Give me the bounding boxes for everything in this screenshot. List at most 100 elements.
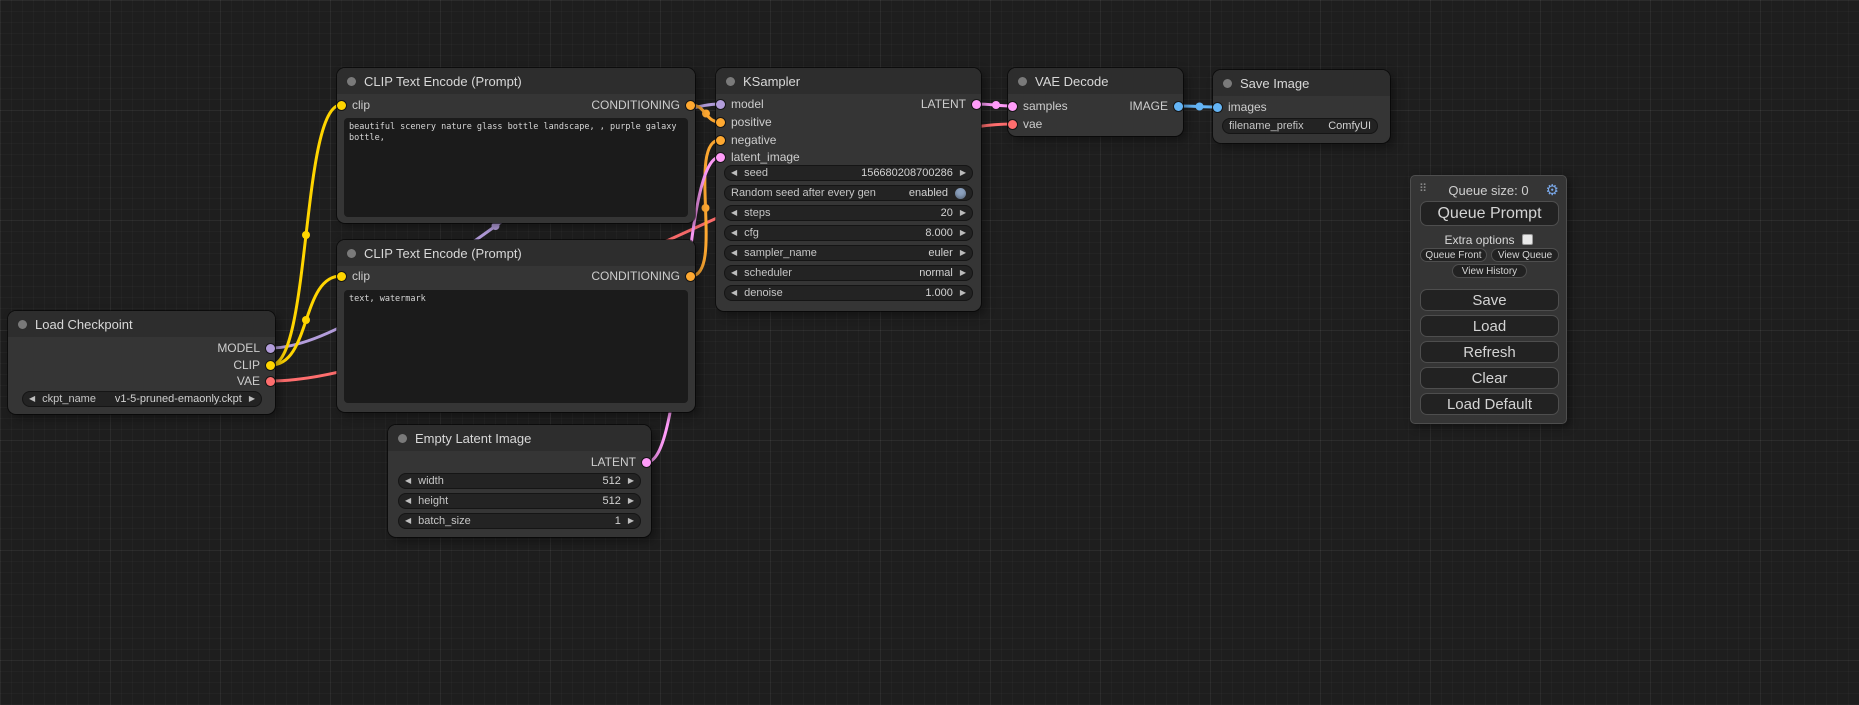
- node-title-bar[interactable]: CLIP Text Encode (Prompt): [337, 68, 695, 94]
- increment-arrow-icon[interactable]: ▶: [960, 249, 966, 257]
- widget-label: height: [418, 495, 448, 507]
- decrement-arrow-icon[interactable]: ◀: [405, 497, 411, 505]
- view-queue-button[interactable]: View Queue: [1491, 248, 1559, 262]
- node-collapse-dot[interactable]: [347, 77, 356, 86]
- load-button[interactable]: Load: [1420, 315, 1559, 337]
- node-title: Load Checkpoint: [35, 317, 133, 332]
- increment-arrow-icon[interactable]: ▶: [960, 169, 966, 177]
- input-dot-images[interactable]: [1213, 103, 1222, 112]
- decrement-arrow-icon[interactable]: ◀: [405, 477, 411, 485]
- decrement-arrow-icon[interactable]: ◀: [731, 249, 737, 257]
- increment-arrow-icon[interactable]: ▶: [960, 209, 966, 217]
- node-load-checkpoint[interactable]: Load Checkpoint MODEL CLIP VAE ◀ ckpt_na…: [8, 311, 275, 414]
- input-slot-clip: clip: [337, 97, 370, 113]
- input-dot-clip[interactable]: [337, 101, 346, 110]
- increment-arrow-icon[interactable]: ▶: [960, 289, 966, 297]
- slot-label: samples: [1023, 99, 1068, 113]
- output-dot-image[interactable]: [1174, 102, 1183, 111]
- widget-sampler-name[interactable]: ◀ sampler_name euler ▶: [724, 245, 973, 261]
- input-dot-samples[interactable]: [1008, 102, 1017, 111]
- node-title-bar[interactable]: VAE Decode: [1008, 68, 1183, 94]
- widget-random-seed-toggle[interactable]: Random seed after every gen enabled: [724, 185, 973, 201]
- output-dot-model[interactable]: [266, 344, 275, 353]
- positive-prompt-textarea[interactable]: beautiful scenery nature glass bottle la…: [344, 118, 688, 217]
- widget-height[interactable]: ◀ height 512 ▶: [398, 493, 641, 509]
- output-dot-clip[interactable]: [266, 361, 275, 370]
- increment-arrow-icon[interactable]: ▶: [628, 477, 634, 485]
- load-default-button[interactable]: Load Default: [1420, 393, 1559, 415]
- node-clip-text-encode-negative[interactable]: CLIP Text Encode (Prompt) clip CONDITION…: [337, 240, 695, 412]
- widget-value: 156680208700286: [861, 167, 953, 179]
- queue-front-button[interactable]: Queue Front: [1420, 248, 1487, 262]
- widget-scheduler[interactable]: ◀ scheduler normal ▶: [724, 265, 973, 281]
- slot-label: vae: [1023, 117, 1042, 131]
- widget-steps[interactable]: ◀ steps 20 ▶: [724, 205, 973, 221]
- widget-cfg[interactable]: ◀ cfg 8.000 ▶: [724, 225, 973, 241]
- slot-label: images: [1228, 100, 1267, 114]
- negative-prompt-textarea[interactable]: text, watermark: [344, 290, 688, 403]
- node-title-bar[interactable]: Save Image: [1213, 70, 1390, 96]
- input-slot-images: images: [1213, 99, 1267, 115]
- input-dot-model[interactable]: [716, 100, 725, 109]
- node-collapse-dot[interactable]: [1018, 77, 1027, 86]
- node-collapse-dot[interactable]: [398, 434, 407, 443]
- input-dot-positive[interactable]: [716, 118, 725, 127]
- increment-arrow-icon[interactable]: ▶: [628, 517, 634, 525]
- input-dot-negative[interactable]: [716, 136, 725, 145]
- widget-batch-size[interactable]: ◀ batch_size 1 ▶: [398, 513, 641, 529]
- toggle-indicator-icon[interactable]: [955, 188, 966, 199]
- node-collapse-dot[interactable]: [726, 77, 735, 86]
- save-button[interactable]: Save: [1420, 289, 1559, 311]
- output-slot-image: IMAGE: [1129, 98, 1183, 114]
- drag-handle-icon[interactable]: ⠿: [1419, 182, 1427, 195]
- node-title-bar[interactable]: Load Checkpoint: [8, 311, 275, 337]
- node-ksampler[interactable]: KSampler model positive negative latent_…: [716, 68, 981, 311]
- extra-options-checkbox[interactable]: [1522, 234, 1533, 245]
- node-collapse-dot[interactable]: [347, 249, 356, 258]
- widget-denoise[interactable]: ◀ denoise 1.000 ▶: [724, 285, 973, 301]
- queue-prompt-button[interactable]: Queue Prompt: [1420, 201, 1559, 226]
- widget-label: width: [418, 475, 444, 487]
- node-title-bar[interactable]: KSampler: [716, 68, 981, 94]
- widget-label: batch_size: [418, 515, 471, 527]
- node-clip-text-encode-positive[interactable]: CLIP Text Encode (Prompt) clip CONDITION…: [337, 68, 695, 223]
- decrement-arrow-icon[interactable]: ◀: [731, 289, 737, 297]
- output-dot-vae[interactable]: [266, 377, 275, 386]
- widget-width[interactable]: ◀ width 512 ▶: [398, 473, 641, 489]
- output-dot-latent[interactable]: [972, 100, 981, 109]
- node-title-bar[interactable]: CLIP Text Encode (Prompt): [337, 240, 695, 266]
- output-slot-conditioning: CONDITIONING: [591, 97, 695, 113]
- widget-filename-prefix[interactable]: filename_prefix ComfyUI: [1222, 118, 1378, 134]
- decrement-arrow-icon[interactable]: ◀: [29, 395, 35, 403]
- widget-seed[interactable]: ◀ seed 156680208700286 ▶: [724, 165, 973, 181]
- increment-arrow-icon[interactable]: ▶: [960, 269, 966, 277]
- decrement-arrow-icon[interactable]: ◀: [731, 229, 737, 237]
- decrement-arrow-icon[interactable]: ◀: [731, 169, 737, 177]
- refresh-button[interactable]: Refresh: [1420, 341, 1559, 363]
- input-dot-vae[interactable]: [1008, 120, 1017, 129]
- output-dot-latent[interactable]: [642, 458, 651, 467]
- view-history-button[interactable]: View History: [1452, 264, 1527, 278]
- input-dot-clip[interactable]: [337, 272, 346, 281]
- decrement-arrow-icon[interactable]: ◀: [731, 269, 737, 277]
- settings-gear-icon[interactable]: ⚙: [1546, 181, 1559, 199]
- decrement-arrow-icon[interactable]: ◀: [731, 209, 737, 217]
- increment-arrow-icon[interactable]: ▶: [628, 497, 634, 505]
- output-dot-conditioning[interactable]: [686, 272, 695, 281]
- widget-ckpt-name[interactable]: ◀ ckpt_name v1-5-pruned-emaonly.ckpt ▶: [22, 391, 262, 407]
- node-title: VAE Decode: [1035, 74, 1108, 89]
- queue-menu-header: ⠿ Queue size: 0 ⚙: [1411, 182, 1566, 198]
- clear-button[interactable]: Clear: [1420, 367, 1559, 389]
- node-save-image[interactable]: Save Image images filename_prefix ComfyU…: [1213, 70, 1390, 143]
- node-vae-decode[interactable]: VAE Decode samples vae IMAGE: [1008, 68, 1183, 136]
- node-collapse-dot[interactable]: [1223, 79, 1232, 88]
- increment-arrow-icon[interactable]: ▶: [960, 229, 966, 237]
- widget-value: 512: [602, 475, 620, 487]
- node-collapse-dot[interactable]: [18, 320, 27, 329]
- output-dot-conditioning[interactable]: [686, 101, 695, 110]
- input-dot-latent-image[interactable]: [716, 153, 725, 162]
- node-title-bar[interactable]: Empty Latent Image: [388, 425, 651, 451]
- node-empty-latent-image[interactable]: Empty Latent Image LATENT ◀ width 512 ▶ …: [388, 425, 651, 537]
- increment-arrow-icon[interactable]: ▶: [249, 395, 255, 403]
- decrement-arrow-icon[interactable]: ◀: [405, 517, 411, 525]
